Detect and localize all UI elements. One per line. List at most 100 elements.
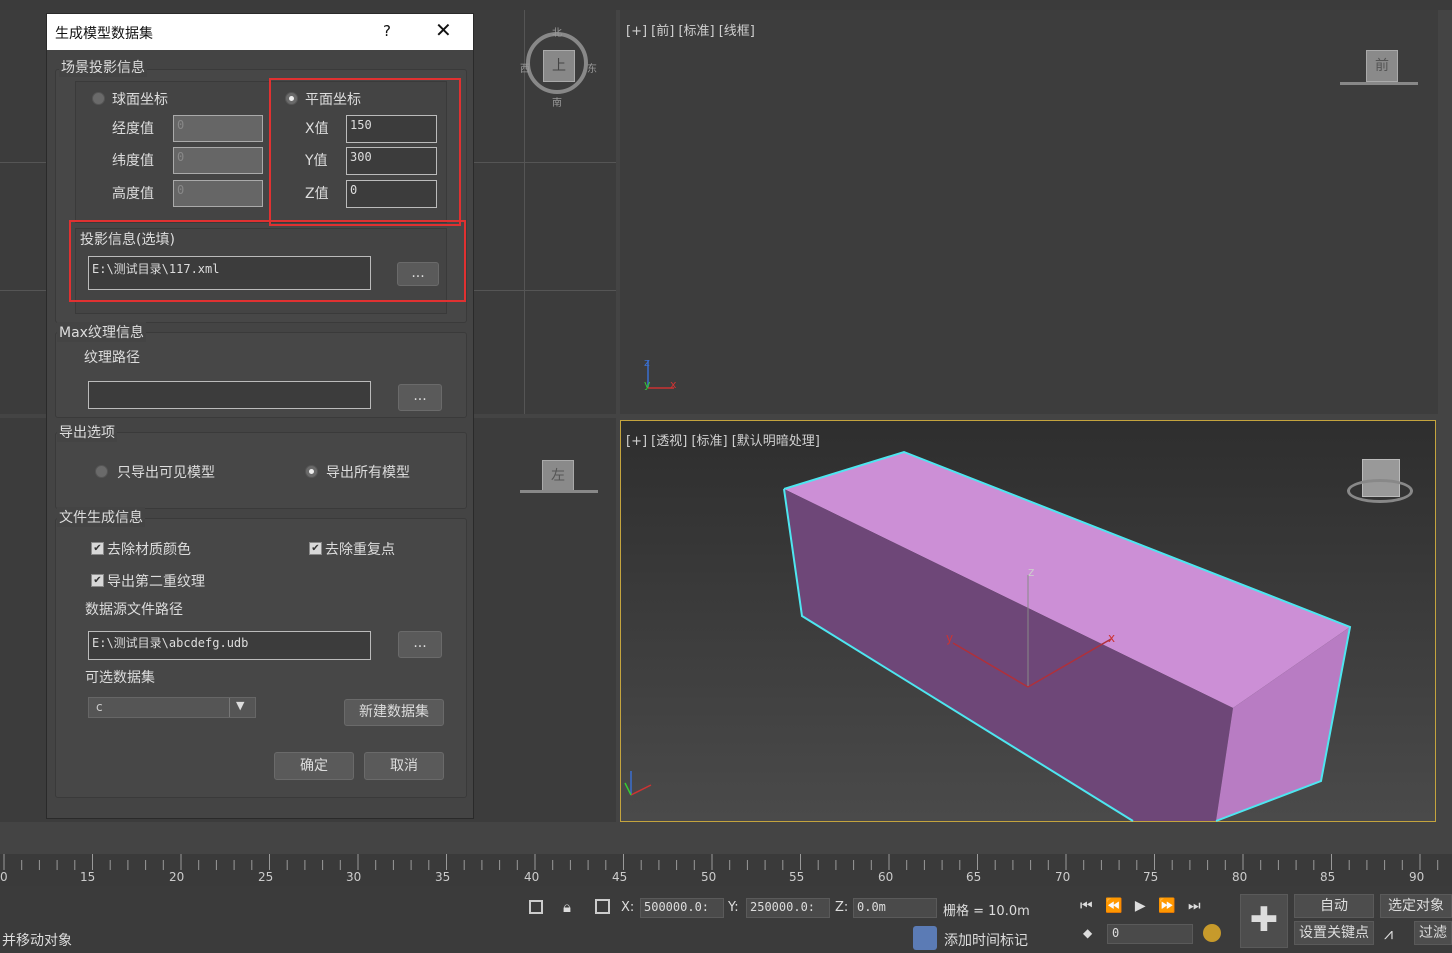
key-mode-icon[interactable]: ◆ [1083, 926, 1092, 940]
dataset-select[interactable]: c ▼ [88, 697, 256, 718]
datasource-path-input[interactable]: E:\测试目录\abcdefg.udb [88, 631, 371, 660]
axis-y-label: y [644, 378, 651, 391]
highlight-box-projection-info [69, 220, 466, 302]
main-toolbar [0, 0, 1452, 10]
absolute-mode-icon[interactable] [595, 899, 610, 914]
datasource-path-label: 数据源文件路径 [85, 602, 183, 618]
export-second-texture-checkbox[interactable]: ✔ [91, 574, 104, 587]
ok-button[interactable]: 确定 [274, 752, 354, 780]
spherical-radio[interactable] [92, 92, 105, 105]
remove-material-checkbox[interactable]: ✔ [91, 542, 104, 555]
set-key-button[interactable]: 设置关键点 [1294, 921, 1374, 945]
remove-duplicate-label: 去除重复点 [325, 542, 395, 558]
timeline-tick-label: 50 [701, 870, 717, 884]
selected-object-dropdown[interactable]: 选定对象 [1380, 894, 1452, 918]
axis-x-label: x [670, 378, 677, 391]
new-dataset-button[interactable]: 新建数据集 [344, 699, 444, 726]
export-second-texture-label: 导出第二重纹理 [107, 574, 205, 590]
x-coord-input[interactable]: 500000.0: [640, 898, 724, 918]
compass-west: 西 [520, 64, 530, 75]
file-generation-group-title: 文件生成信息 [57, 507, 145, 527]
z-coord-input[interactable]: 0.0m [853, 898, 937, 918]
viewcube-top[interactable]: 上 [543, 50, 575, 82]
close-button[interactable]: ✕ [435, 18, 452, 42]
viewcube-left[interactable]: 左 [542, 460, 574, 492]
texture-group-title: Max纹理信息 [57, 322, 146, 342]
time-tag-icon[interactable] [913, 926, 937, 950]
timeline-tick-label: 20 [169, 870, 185, 884]
viewcube-base [520, 490, 598, 493]
timeline-tick-label: 25 [258, 870, 274, 884]
highlight-box-planar [269, 78, 461, 226]
gizmo-y-label: y [946, 631, 954, 645]
timeline-tick-label: 90 [1409, 870, 1425, 884]
timeline-tick-label: 55 [789, 870, 805, 884]
gizmo-z-label: z [1028, 565, 1035, 579]
timeline-tick-label: 30 [346, 870, 362, 884]
cancel-button[interactable]: 取消 [364, 752, 444, 780]
auto-key-button[interactable]: 自动 [1294, 894, 1374, 918]
spherical-label: 球面坐标 [112, 92, 168, 108]
gizmo-x-label: x [1108, 631, 1116, 645]
grid-size-text: 栅格 = 10.0m [943, 904, 1030, 919]
dialog-title: 生成模型数据集 [55, 26, 153, 42]
timeline-tick-label: 60 [878, 870, 894, 884]
chevron-down-icon[interactable]: ▼ [236, 699, 244, 712]
box-model[interactable] [621, 421, 1437, 823]
dialog-titlebar[interactable]: 生成模型数据集 ? ✕ [47, 14, 473, 50]
latitude-label: 纬度值 [112, 153, 154, 169]
longitude-label: 经度值 [112, 121, 154, 137]
viewcube-front[interactable]: 前 [1366, 50, 1398, 82]
export-all-radio[interactable] [305, 465, 318, 478]
height-input[interactable]: 0 [173, 180, 263, 207]
viewport-front[interactable]: [+] [前] [标准] [线框] 前 z x y [620, 10, 1438, 414]
timeline-tick-label: 15 [80, 870, 96, 884]
frame-input[interactable]: 0 [1107, 924, 1193, 944]
add-time-tag-button[interactable]: 添加时间标记 [944, 930, 1028, 950]
axis-z-label: z [644, 356, 650, 369]
timeline-tick-label: 40 [524, 870, 540, 884]
viewport-front-label[interactable]: [+] [前] [标准] [线框] [626, 20, 755, 39]
compass-east: 东 [587, 64, 597, 75]
viewport-perspective[interactable]: [+] [透视] [标准] [默认明暗处理] z x y [620, 420, 1436, 822]
key-filter-icon[interactable]: ⩘ [1384, 924, 1393, 944]
y-coord-label: Y: [728, 900, 739, 915]
dataset-label: 可选数据集 [85, 670, 155, 686]
filter-button[interactable]: 过滤 [1414, 921, 1452, 945]
longitude-input[interactable]: 0 [173, 115, 263, 142]
time-config-icon[interactable] [1203, 924, 1221, 942]
export-group-title: 导出选项 [57, 422, 117, 442]
prompt-text: 并移动对象 [2, 933, 72, 949]
help-button[interactable]: ? [383, 22, 391, 40]
dataset-select-value: c [96, 700, 103, 714]
projection-group-title: 场景投影信息 [59, 57, 147, 77]
viewcube-ring[interactable] [1347, 479, 1413, 503]
timeline-tick-label: 35 [435, 870, 451, 884]
timeline-tick-label: 0 [0, 870, 8, 884]
y-coord-input[interactable]: 250000.0: [746, 898, 830, 918]
timeline-tick-label: 65 [966, 870, 982, 884]
timeline-ruler[interactable]: 0 15 20 25 30 35 40 45 50 55 60 65 70 75 80 85 90 [0, 854, 1452, 886]
select-divider [229, 698, 230, 717]
timeline-tick-label: 75 [1143, 870, 1159, 884]
playback-controls[interactable]: ⏮ ⏪ ▶ ⏩ ⏭ [1080, 898, 1205, 914]
export-all-label: 导出所有模型 [326, 465, 410, 481]
z-coord-label: Z: [835, 900, 849, 915]
texture-browse-button[interactable]: ... [398, 384, 442, 411]
timeline-tick-label: 70 [1055, 870, 1071, 884]
timeline-ticks [3, 854, 1439, 870]
viewcube-base [1340, 82, 1418, 85]
latitude-input[interactable]: 0 [173, 147, 263, 174]
selection-lock-icon[interactable] [529, 900, 543, 914]
lock-icon[interactable]: 🔒︎ [563, 898, 571, 916]
texture-path-label: 纹理路径 [84, 350, 140, 366]
datasource-browse-button[interactable]: ... [398, 631, 442, 658]
texture-path-input[interactable] [88, 381, 371, 409]
remove-duplicate-checkbox[interactable]: ✔ [309, 542, 322, 555]
status-bar: 并移动对象 🔒︎ X: 500000.0: Y: 250000.0: Z: 0.… [0, 886, 1452, 953]
add-key-button[interactable]: ✚ [1240, 894, 1288, 948]
export-visible-radio[interactable] [95, 465, 108, 478]
compass-south: 南 [552, 98, 562, 109]
export-visible-label: 只导出可见模型 [117, 465, 215, 481]
compass-north: 北 [552, 28, 562, 39]
